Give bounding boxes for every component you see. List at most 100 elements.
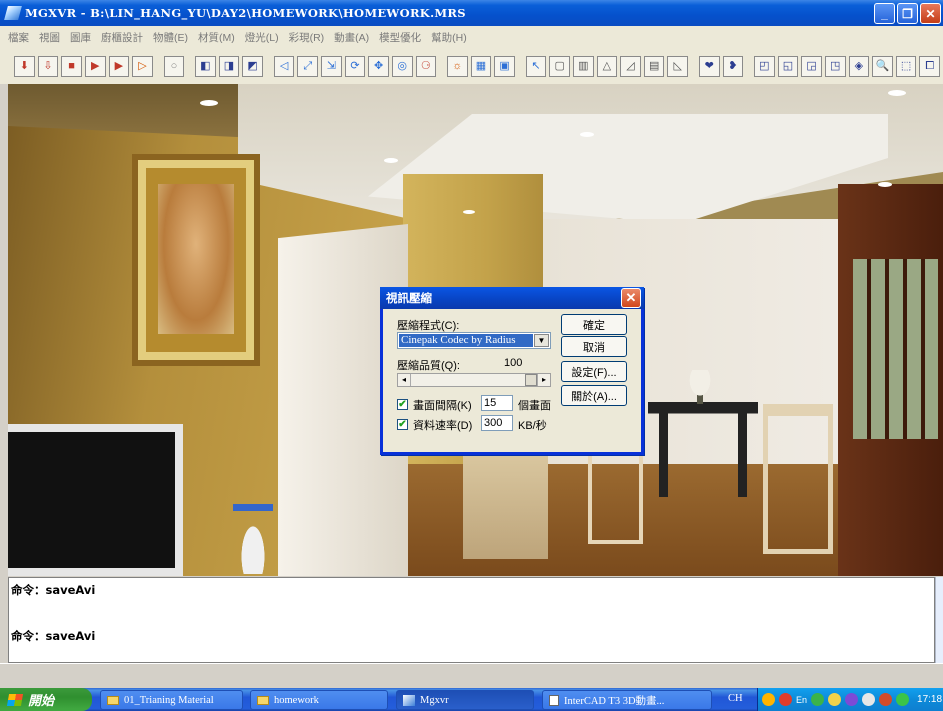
heart-icon[interactable]: ❤ [698, 55, 720, 77]
task-intercad[interactable]: InterCAD T3 3D動畫... [542, 690, 712, 710]
task-mgxvr[interactable]: Mgxvr [396, 690, 534, 710]
cancel-button[interactable]: 取消 [561, 336, 627, 357]
record-icon[interactable]: ▶ [84, 55, 106, 77]
box-icon[interactable]: ▢ [549, 55, 570, 77]
cube-e-icon[interactable]: ◈ [848, 55, 870, 77]
language-indicator[interactable]: CH [728, 693, 743, 704]
cube-c-icon[interactable]: ◲ [801, 55, 822, 77]
stop-icon[interactable]: ■ [61, 55, 82, 77]
menu-item[interactable]: 模型優化 [379, 30, 421, 45]
update-icon[interactable] [828, 693, 842, 706]
app-window: MGXVR - B:\LIN_HANG_YU\DAY2\HOMEWORK\HOM… [0, 0, 943, 711]
render-icon[interactable]: ▦ [470, 55, 492, 77]
antivirus-icon[interactable] [845, 693, 859, 706]
menu-item[interactable]: 彩現(R) [289, 30, 325, 45]
chevron-down-icon[interactable]: ▼ [534, 334, 549, 347]
configure-button[interactable]: 設定(F)... [561, 361, 627, 382]
pan-icon[interactable]: ✥ [368, 55, 389, 77]
dialog-close-button[interactable]: ✕ [621, 288, 641, 308]
keyframe-input[interactable]: 15 [481, 395, 513, 411]
task-training-material[interactable]: 01_Trianing Material [100, 690, 243, 710]
import-icon[interactable]: ⬇ [14, 55, 35, 77]
volume-icon[interactable] [862, 693, 876, 706]
light-icon[interactable]: ☼ [447, 55, 468, 77]
window-title: MGXVR - B:\LIN_HANG_YU\DAY2\HOMEWORK\HOM… [25, 6, 466, 20]
power-icon[interactable] [896, 693, 910, 706]
dialog-title: 視訊壓縮 [386, 293, 432, 305]
menu-item[interactable]: 圖庫 [70, 30, 91, 45]
rotate-icon[interactable]: ⟳ [344, 55, 366, 77]
render-window-icon[interactable]: ▣ [494, 55, 515, 77]
cube-view-3-icon[interactable]: ◩ [242, 55, 263, 77]
menu-item[interactable]: 動畫(A) [334, 30, 369, 45]
orbit-icon[interactable]: ◎ [391, 55, 413, 77]
maximize-button[interactable]: ❐ [897, 3, 918, 24]
cube-b-icon[interactable]: ◱ [777, 55, 799, 77]
close-button[interactable]: ✕ [920, 3, 941, 24]
cube-view-2-icon[interactable]: ◨ [218, 55, 240, 77]
cube-d-icon[interactable]: ◳ [824, 55, 846, 77]
quality-slider[interactable]: ◂ ▸ [397, 373, 551, 387]
menu-item[interactable]: 燈光(L) [245, 30, 279, 45]
command-scrollbar[interactable] [935, 577, 943, 663]
video-compression-dialog: 視訊壓縮 ✕ 壓縮程式(C): Cinepak Codec by Radius … [380, 287, 644, 455]
move-icon[interactable]: ⇲ [321, 55, 342, 77]
menu-item[interactable]: 物體(E) [153, 30, 188, 45]
ime-icon[interactable] [779, 693, 792, 706]
tv [8, 424, 183, 576]
heart-alt-icon[interactable]: ❥ [722, 55, 744, 77]
command-output[interactable]: 命令：saveAvi 命令：saveAvi [8, 577, 935, 663]
minimize-button[interactable]: _ [874, 3, 895, 24]
ime-label[interactable]: En [796, 695, 807, 705]
datarate-unit: KB/秒 [518, 420, 547, 432]
network-icon[interactable] [811, 693, 825, 706]
building-icon[interactable]: ▤ [643, 55, 665, 77]
datarate-checkbox[interactable]: ✔ [397, 419, 408, 430]
shield-icon[interactable] [879, 693, 893, 706]
cube-a-icon[interactable]: ◰ [754, 55, 775, 77]
search-icon[interactable] [762, 693, 775, 706]
task-homework[interactable]: homework [250, 690, 388, 710]
menu-item[interactable]: 幫助(H) [431, 30, 467, 45]
cylinder-icon[interactable]: ▥ [572, 55, 594, 77]
play-forward-icon[interactable]: ▷ [132, 55, 153, 77]
datarate-label: 資料速率(D) [413, 420, 473, 432]
export-icon[interactable]: ⇩ [37, 55, 59, 77]
menu-item[interactable]: 檔案 [8, 30, 29, 45]
cone-icon[interactable]: △ [596, 55, 618, 77]
triangle-icon[interactable]: ◿ [620, 55, 641, 77]
chevron-left-icon[interactable]: ◂ [398, 374, 411, 386]
datarate-input[interactable]: 300 [481, 415, 513, 431]
window-icon[interactable]: ⧠ [919, 55, 941, 77]
frame-icon[interactable]: ⬚ [895, 55, 917, 77]
windows-flag-icon [6, 693, 24, 706]
path-icon[interactable]: ◁ [273, 55, 295, 77]
cube-view-1-icon[interactable]: ◧ [195, 55, 216, 77]
select-icon[interactable]: ↖ [525, 55, 547, 77]
slider-thumb[interactable] [525, 374, 537, 386]
play-icon[interactable]: ▶ [108, 55, 130, 77]
toolbar: ⬇ ⇩ ■ ▶ ▶ ▷ ○ ◧ ◨ ◩ ◁ ⤢ ⇲ ⟳ ✥ ◎ ⚆ ☼ ▦ ▣ ↖ ▢ ▥ △ ◿ ▤ ◺ ❤ ❥ ◰ ◱ ◲ ◳ ◈ 🔍 ⬚ ⧠ [0, 48, 943, 84]
menu-item[interactable]: 材質(M) [198, 30, 235, 45]
start-button[interactable]: 開始 [0, 688, 92, 711]
menu-item[interactable]: 視圖 [39, 30, 60, 45]
ceiling-light [888, 90, 906, 96]
ceiling-light [200, 100, 218, 106]
zoom-fit-icon[interactable]: ⤢ [297, 55, 319, 77]
walk-icon[interactable]: ⚆ [415, 55, 437, 77]
dialog-title-bar[interactable]: 視訊壓縮 ✕ [380, 287, 644, 309]
folder-icon [107, 695, 119, 705]
ok-button[interactable]: 確定 [561, 314, 627, 335]
ceiling-light [384, 158, 398, 163]
menu-item[interactable]: 廚櫃設計 [101, 30, 143, 45]
circle-icon[interactable]: ○ [163, 55, 185, 77]
zoom-icon[interactable]: 🔍 [872, 55, 893, 77]
app-icon [403, 694, 415, 706]
about-button[interactable]: 關於(A)... [561, 385, 627, 406]
ceiling-light [878, 182, 892, 187]
title-bar[interactable]: MGXVR - B:\LIN_HANG_YU\DAY2\HOMEWORK\HOM… [0, 0, 943, 26]
compressor-select[interactable]: Cinepak Codec by Radius ▼ [397, 332, 551, 349]
chevron-right-icon[interactable]: ▸ [537, 374, 550, 386]
keyframe-checkbox[interactable]: ✔ [397, 399, 408, 410]
slope-icon[interactable]: ◺ [667, 55, 689, 77]
